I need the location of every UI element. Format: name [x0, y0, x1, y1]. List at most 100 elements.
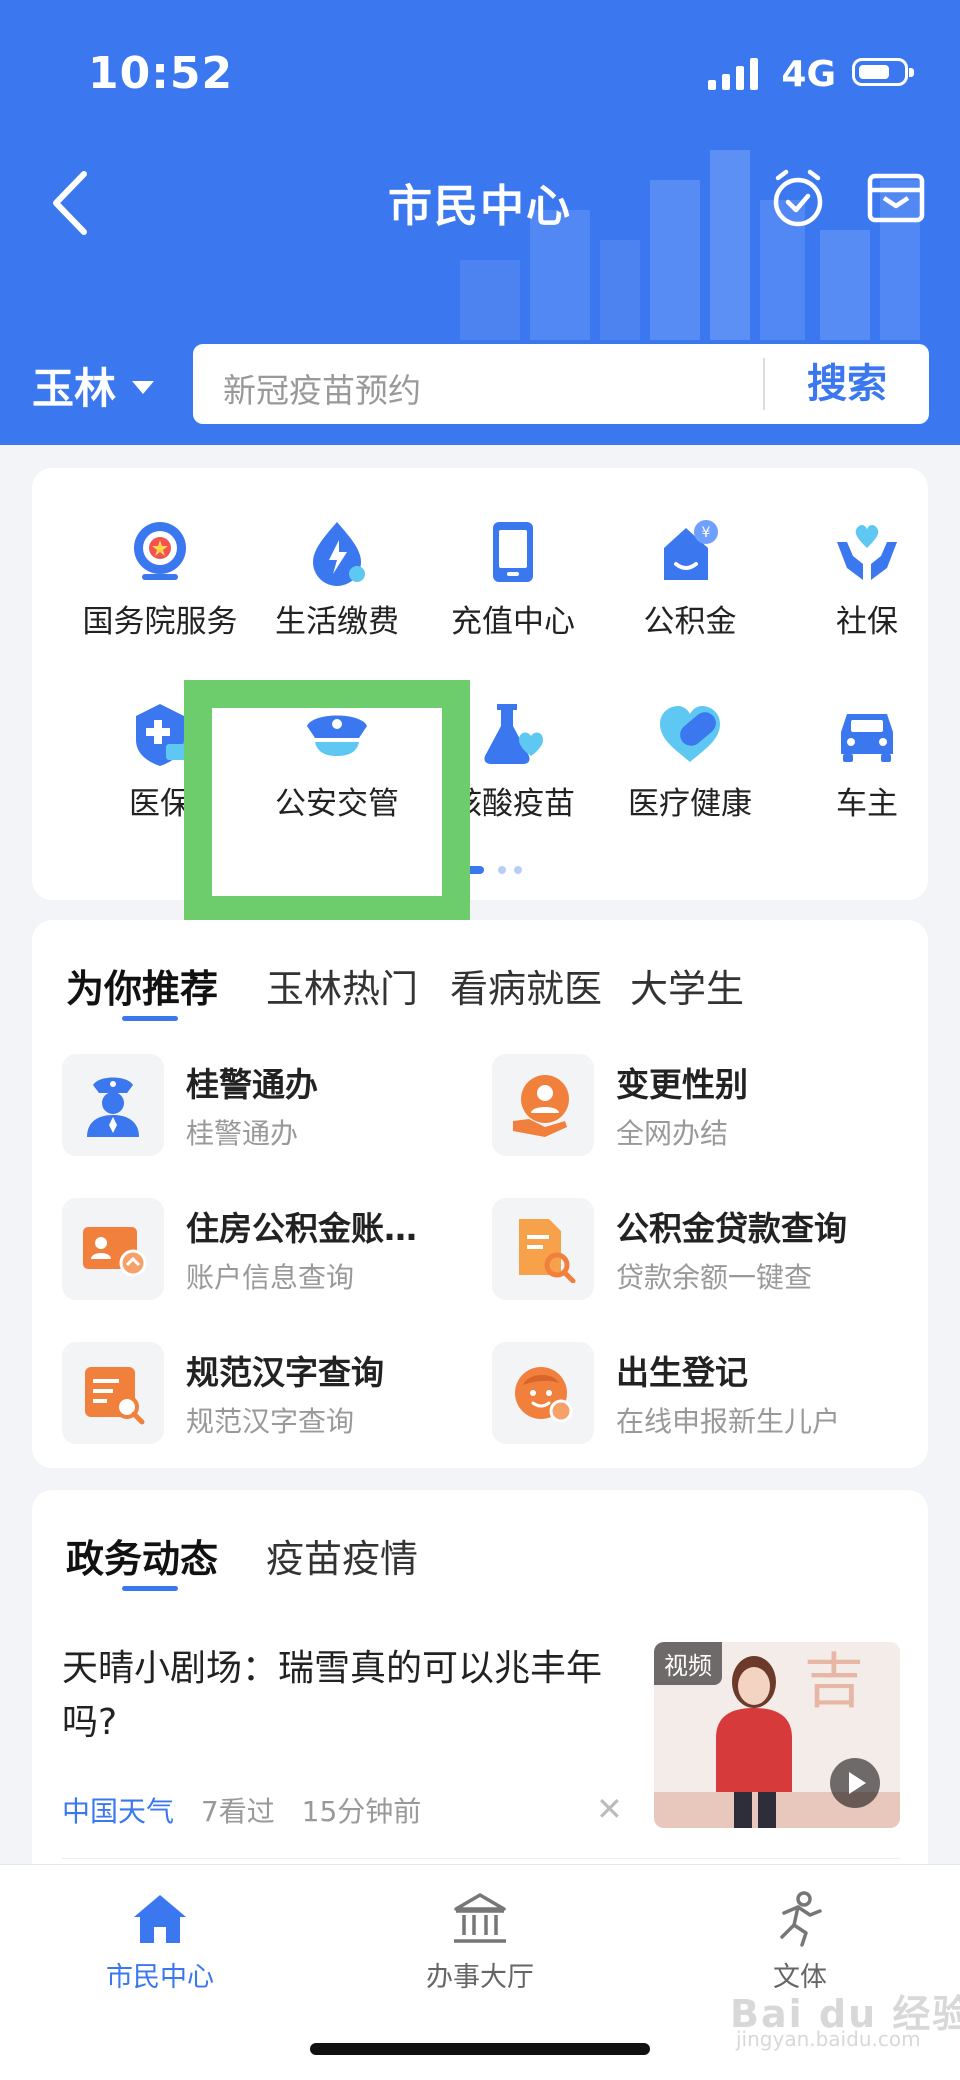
- svg-text:吉: 吉: [804, 1647, 864, 1717]
- tabbar-label: 办事大厅: [426, 1962, 534, 1993]
- flask-heart-icon: [484, 704, 543, 764]
- active-tab-underline: [122, 1586, 178, 1591]
- utility-bill-icon: [313, 522, 365, 586]
- document-search-icon: [519, 1219, 576, 1283]
- page-dot: [498, 866, 506, 874]
- tab-gov-news[interactable]: 政务动态: [66, 1528, 218, 1583]
- signal-icon: [708, 58, 758, 90]
- tab-college[interactable]: 大学生: [630, 958, 744, 1013]
- news-card: 政务动态 疫苗疫情 天晴小剧场：瑞雪真的可以兆丰年吗? 中国天气 7看过 15分…: [32, 1490, 928, 1910]
- tabbar-culture-sports[interactable]: 文体: [700, 1889, 900, 1994]
- tabbar-label: 市民中心: [106, 1962, 214, 1993]
- service-recharge[interactable]: 充值中心: [428, 518, 598, 641]
- network-type: 4G: [781, 54, 836, 95]
- news-video-thumbnail[interactable]: 吉 视频: [654, 1642, 900, 1828]
- rec-icon-box: [492, 1054, 594, 1156]
- recommend-card: 为你推荐 玉林热门 看病就医 大学生 桂警通办 桂警通办 变更性别 全网办结 住…: [32, 920, 928, 1468]
- service-social-security[interactable]: 社保: [782, 518, 952, 641]
- baby-face-icon: [515, 1367, 573, 1423]
- rec-item-change-gender[interactable]: 变更性别 全网办结: [492, 1054, 902, 1158]
- rec-item-title: 桂警通办: [186, 1065, 318, 1104]
- rec-item-title: 出生登记: [616, 1353, 748, 1392]
- rec-item-housing-account[interactable]: 住房公积金账… 账户信息查询: [62, 1198, 472, 1302]
- service-label: 充值中心: [451, 604, 575, 640]
- watermark-url: jingyan.baidu.com: [736, 2027, 921, 2051]
- home-indicator[interactable]: [310, 2043, 650, 2055]
- person-hand-icon: [513, 1075, 569, 1137]
- rec-icon-box: [62, 1054, 164, 1156]
- rec-icon-box: [62, 1198, 164, 1300]
- dropdown-triangle-icon: [132, 381, 155, 394]
- search-button[interactable]: 搜索: [765, 344, 929, 424]
- rec-item-gui-police[interactable]: 桂警通办 桂警通办: [62, 1054, 472, 1158]
- rec-item-chinese-char-query[interactable]: 规范汉字查询 规范汉字查询: [62, 1342, 472, 1446]
- news-source: 中国天气: [62, 1795, 175, 1828]
- rec-item-subtitle: 全网办结: [616, 1117, 729, 1150]
- rec-item-title: 住房公积金账…: [186, 1209, 417, 1248]
- rec-icon-box: [492, 1342, 594, 1444]
- tab-recommend-for-you[interactable]: 为你推荐: [66, 958, 218, 1013]
- service-label: 公积金: [643, 604, 737, 640]
- news-article-title[interactable]: 天晴小剧场：瑞雪真的可以兆丰年吗?: [62, 1642, 652, 1750]
- rec-item-title: 公积金贷款查询: [616, 1209, 847, 1248]
- search-bar: 新冠疫苗预约 搜索: [193, 344, 929, 424]
- header: 10:52 4G 市民中心 玉林 新冠疫苗预约 搜索: [0, 0, 960, 445]
- clock: 10:52: [88, 48, 234, 99]
- svg-text:¥: ¥: [702, 525, 711, 541]
- service-label: 社保: [836, 604, 898, 640]
- service-state-council[interactable]: 国务院服务: [75, 518, 245, 641]
- service-housing-fund[interactable]: ¥ 公积金: [605, 518, 775, 641]
- city-selector[interactable]: 玉林: [32, 355, 155, 416]
- state-council-icon: [134, 522, 186, 580]
- highlight-annotation-box: [184, 680, 470, 924]
- rec-item-housing-loan-query[interactable]: 公积金贷款查询 贷款余额一键查: [492, 1198, 902, 1302]
- rec-item-subtitle: 在线申报新生儿户: [616, 1405, 841, 1438]
- rec-icon-box: [492, 1198, 594, 1300]
- nav-bar: 市民中心: [0, 150, 960, 260]
- phone-recharge-icon: [493, 522, 533, 582]
- card-wallet-icon[interactable]: [866, 170, 926, 226]
- service-utility-bill[interactable]: 生活缴费: [252, 518, 422, 641]
- text-search-icon: [85, 1367, 145, 1425]
- tab-medical[interactable]: 看病就医: [450, 958, 602, 1013]
- rec-item-subtitle: 桂警通办: [186, 1117, 299, 1150]
- police-officer-icon: [87, 1077, 139, 1137]
- home-icon: [134, 1895, 186, 1943]
- battery-icon: [852, 58, 914, 86]
- news-time: 15分钟前: [301, 1795, 422, 1828]
- tabbar-citizen-center[interactable]: 市民中心: [60, 1889, 260, 1994]
- active-tab-underline: [122, 1016, 178, 1021]
- tab-vaccine-epidemic[interactable]: 疫苗疫情: [266, 1528, 418, 1583]
- tab-yulin-hot[interactable]: 玉林热门: [266, 958, 418, 1013]
- page-dot: [514, 866, 522, 874]
- rec-item-subtitle: 规范汉字查询: [186, 1405, 355, 1438]
- alarm-clock-icon[interactable]: [770, 168, 826, 228]
- car-icon: [841, 714, 893, 762]
- rec-item-subtitle: 账户信息查询: [186, 1261, 355, 1294]
- play-icon[interactable]: [830, 1758, 880, 1808]
- housing-fund-icon: ¥: [664, 520, 718, 580]
- service-label: 车主: [836, 786, 898, 822]
- close-icon[interactable]: ✕: [596, 1790, 623, 1828]
- service-medical-health[interactable]: 医疗健康: [605, 700, 775, 823]
- service-grid-card: 国务院服务 生活缴费 充值中心 ¥ 公积金 社保 医保 公安交管 核酸疫苗 医疗…: [32, 468, 928, 900]
- account-card-icon: [83, 1227, 147, 1277]
- tabbar-service-hall[interactable]: 办事大厅: [380, 1889, 580, 1994]
- service-car-owner[interactable]: 车主: [782, 700, 952, 823]
- service-label: 国务院服务: [82, 604, 238, 640]
- status-bar: 10:52 4G: [0, 0, 960, 150]
- video-tag: 视频: [654, 1642, 722, 1685]
- rec-item-birth-registration[interactable]: 出生登记 在线申报新生儿户: [492, 1342, 902, 1446]
- bottom-tab-bar: 市民中心 办事大厅 文体 Bai du 经验 jingyan.baidu.com: [0, 1864, 960, 2080]
- social-security-icon: [837, 524, 897, 580]
- service-label: 生活缴费: [275, 604, 399, 640]
- news-views: 7看过: [200, 1795, 275, 1828]
- running-person-icon: [780, 1891, 822, 1947]
- rec-item-title: 规范汉字查询: [186, 1353, 384, 1392]
- government-hall-icon: [454, 1893, 506, 1943]
- search-input[interactable]: 新冠疫苗预约: [223, 364, 421, 412]
- divider: [62, 1858, 900, 1859]
- heart-pill-icon: [660, 706, 720, 762]
- rec-item-title: 变更性别: [616, 1065, 748, 1104]
- city-name: 玉林: [32, 364, 117, 413]
